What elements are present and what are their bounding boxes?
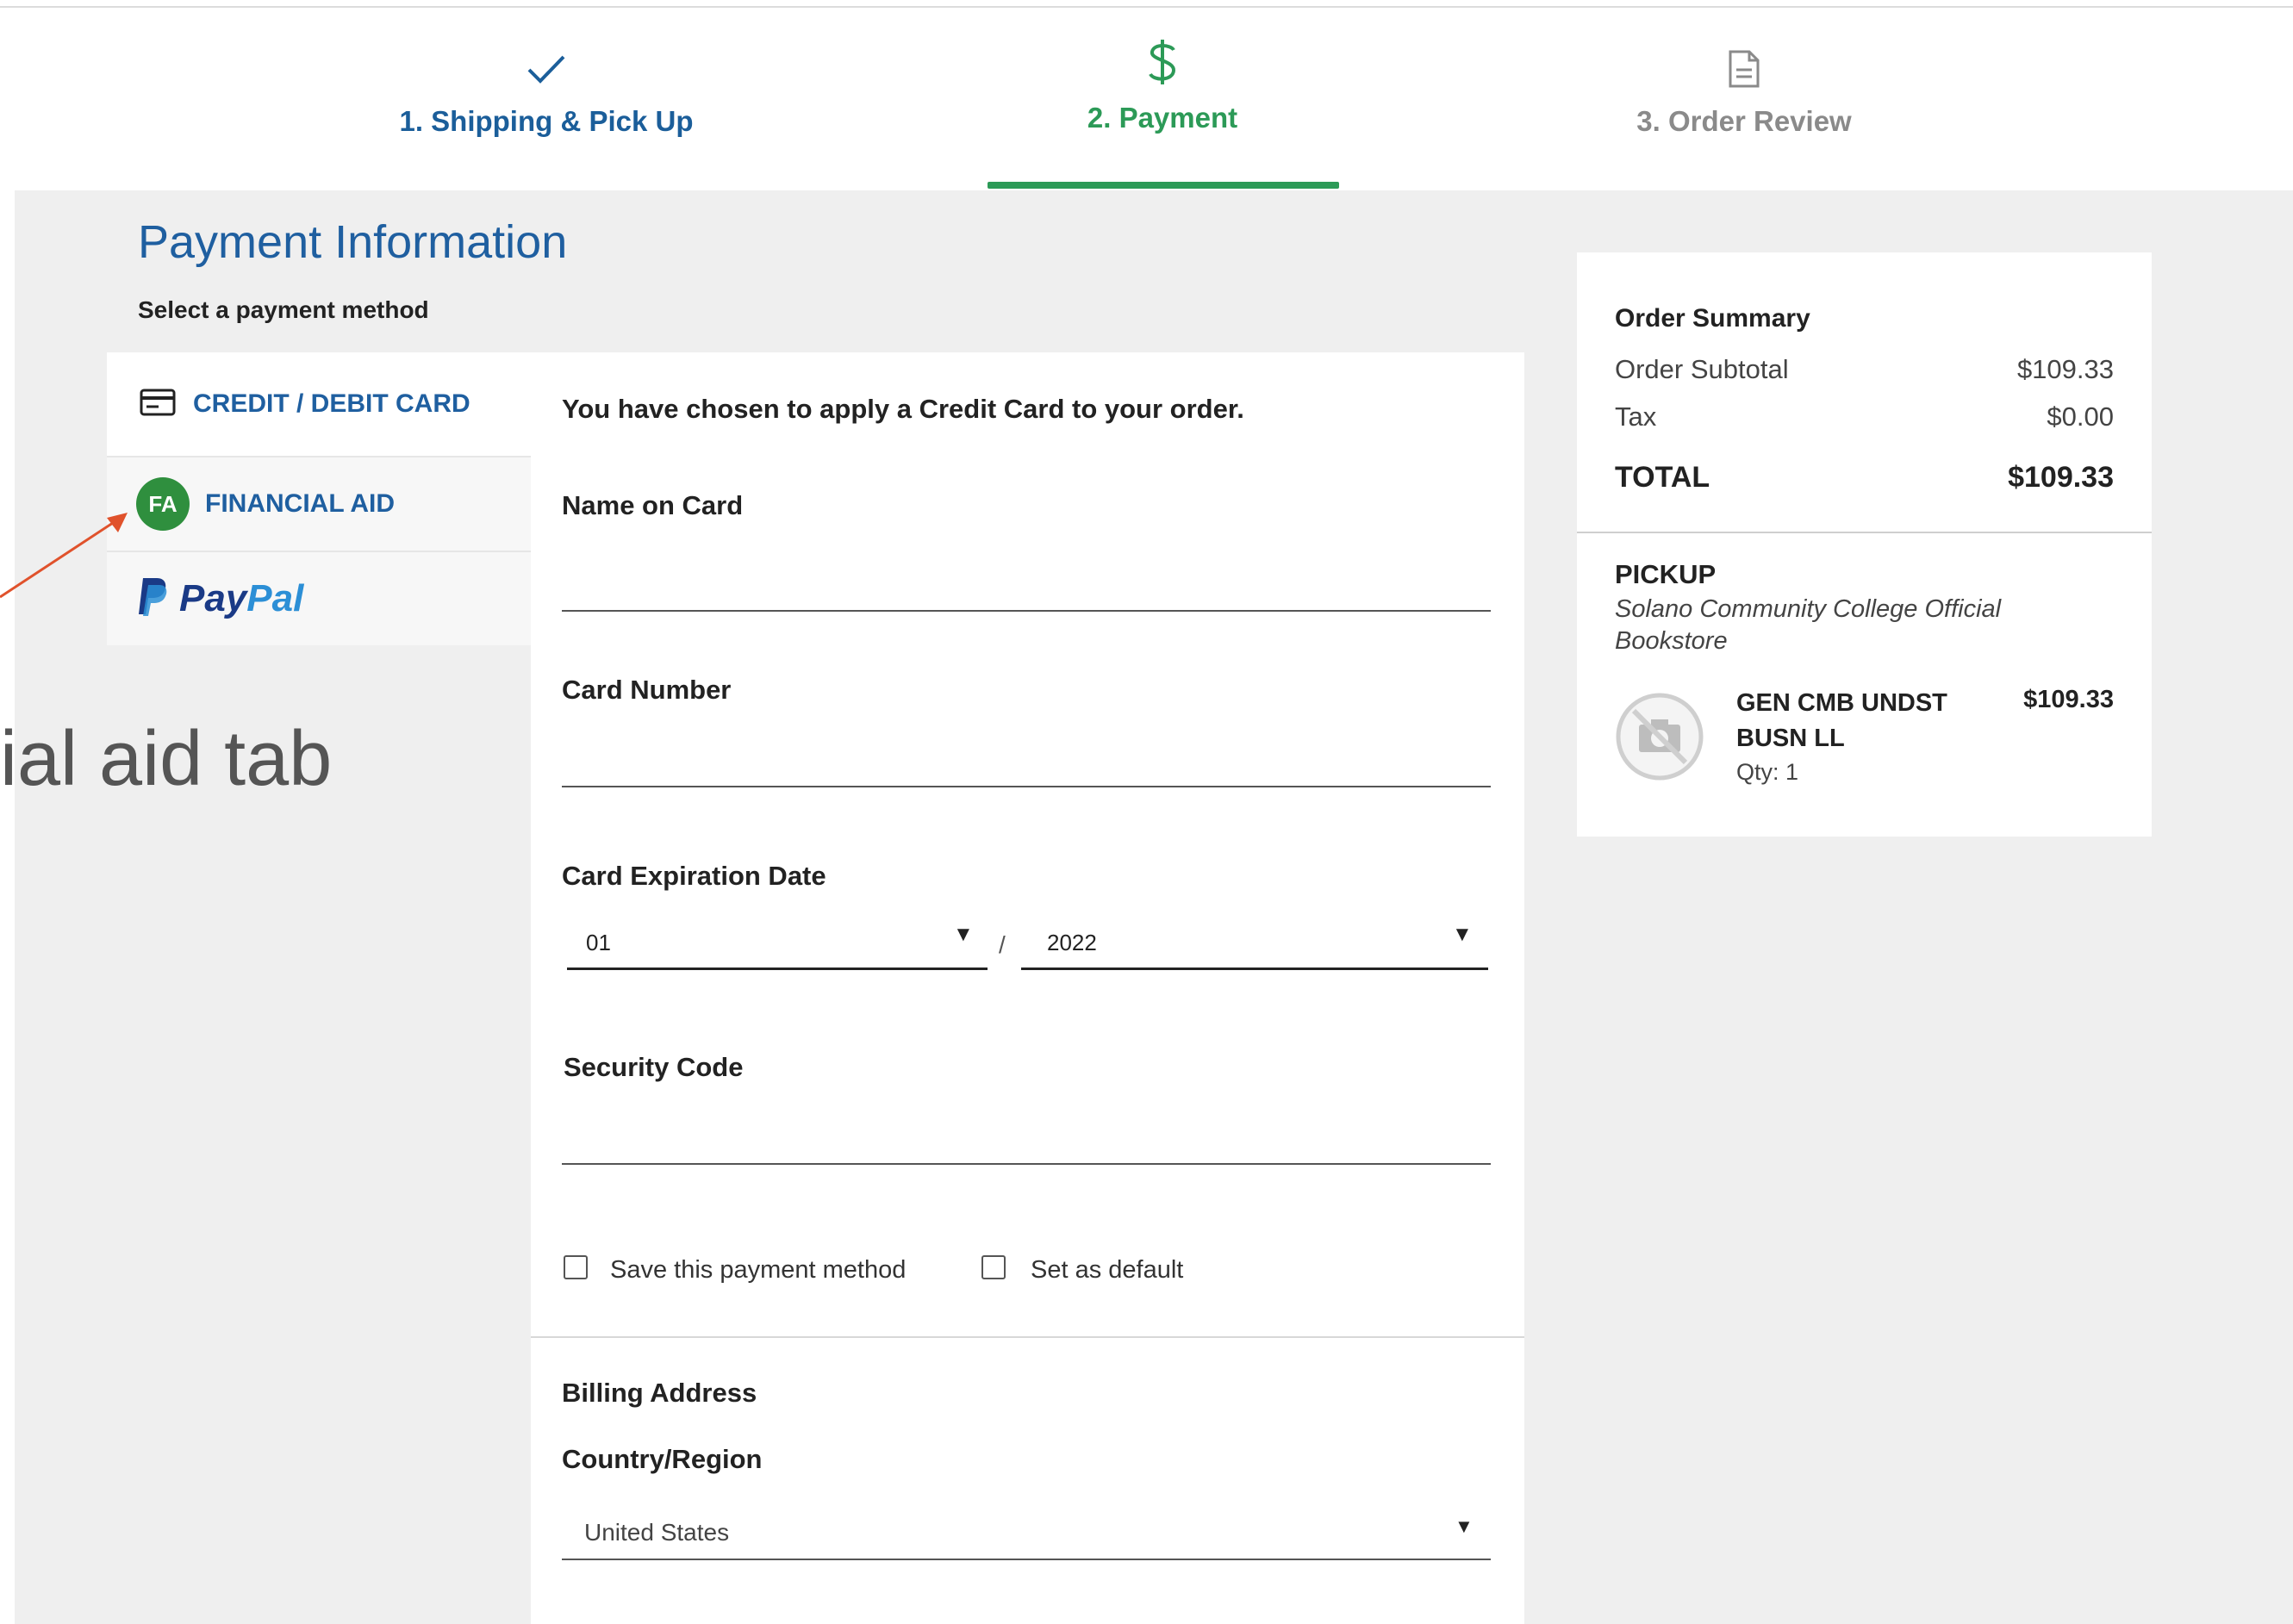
select-method-prompt: Select a payment method	[138, 296, 429, 323]
caret-down-icon: ▼	[1455, 1515, 1474, 1537]
country-region-label: Country/Region	[562, 1444, 763, 1474]
active-step-indicator	[988, 182, 1339, 189]
save-payment-method-checkbox[interactable]	[564, 1255, 588, 1279]
order-summary-card: Order Summary Order Subtotal $109.33 Tax…	[1577, 252, 2152, 837]
tax-label: Tax	[1615, 401, 1657, 432]
expiration-month-underline	[567, 968, 988, 970]
billing-address-heading: Billing Address	[562, 1378, 757, 1408]
save-payment-method-label: Save this payment method	[610, 1256, 907, 1284]
subtotal-value: $109.33	[2016, 354, 2114, 384]
pickup-location: Solano Community College Official Bookst…	[1615, 595, 2002, 655]
set-as-default-checkbox[interactable]	[981, 1255, 1006, 1279]
annotation-caption: ial aid tab	[0, 716, 333, 802]
paypal-wordmark: PayPal	[179, 577, 304, 619]
pickup-heading: PICKUP	[1615, 559, 1717, 589]
payment-intro-text: You have chosen to apply a Credit Card t…	[562, 394, 1244, 424]
total-row: TOTAL $109.33	[1615, 461, 2114, 495]
expiration-year-value: 2022	[1047, 930, 1097, 955]
expiration-year-select[interactable]: 2022 ▼	[1021, 912, 1488, 971]
name-on-card-underline	[562, 610, 1491, 612]
expiration-year-underline	[1021, 968, 1488, 970]
tab-financial-aid-label: FINANCIAL AID	[205, 489, 395, 518]
card-number-input[interactable]	[562, 723, 1491, 766]
annotation-arrow-icon	[0, 504, 138, 603]
total-label: TOTAL	[1615, 461, 1710, 494]
credit-card-form: You have chosen to apply a Credit Card t…	[531, 352, 1524, 1624]
tax-row: Tax $0.00	[1615, 401, 2114, 432]
step-payment[interactable]: 2. Payment	[904, 40, 1421, 134]
dollar-icon	[904, 36, 1421, 88]
credit-card-icon	[140, 389, 176, 420]
card-number-label: Card Number	[562, 675, 732, 705]
expiration-month-value: 01	[586, 930, 611, 955]
name-on-card-input[interactable]	[562, 546, 1491, 589]
item-name: GEN CMB UNDST BUSN LL	[1736, 689, 1947, 752]
payment-method-tabs: CREDIT / DEBIT CARD FA FINANCIAL AID Pay…	[107, 352, 531, 645]
name-on-card-label: Name on Card	[562, 490, 744, 520]
total-value: $109.33	[2008, 461, 2114, 494]
subtotal-row: Order Subtotal $109.33	[1615, 354, 2114, 385]
step-shipping-label: 1. Shipping & Pick Up	[399, 105, 694, 137]
item-price: $109.33	[2023, 686, 2114, 713]
step-order-review[interactable]: 3. Order Review	[1486, 43, 2003, 138]
tax-value: $0.00	[2047, 401, 2114, 432]
tab-financial-aid[interactable]: FA FINANCIAL AID	[107, 456, 531, 551]
security-code-label: Security Code	[564, 1052, 744, 1082]
card-number-underline	[562, 786, 1491, 787]
paypal-icon	[136, 576, 171, 622]
order-summary-title: Order Summary	[1615, 304, 1810, 333]
tab-paypal[interactable]: PayPal	[107, 551, 531, 645]
country-region-value: United States	[584, 1519, 730, 1546]
subtotal-label: Order Subtotal	[1615, 354, 1789, 384]
page-title: Payment Information	[138, 216, 568, 268]
step-order-review-label: 3. Order Review	[1636, 105, 1852, 137]
top-divider	[0, 6, 2293, 8]
set-as-default-label: Set as default	[1031, 1256, 1184, 1284]
expiration-month-select[interactable]: 01 ▼	[567, 912, 988, 971]
step-payment-label: 2. Payment	[1087, 102, 1238, 134]
step-shipping[interactable]: 1. Shipping & Pick Up	[288, 43, 805, 138]
tab-credit-debit-card-label: CREDIT / DEBIT CARD	[193, 389, 470, 418]
item-quantity: Qty: 1	[1736, 759, 1799, 785]
country-region-underline	[562, 1559, 1491, 1560]
card-expiration-label: Card Expiration Date	[562, 861, 826, 891]
tab-credit-debit-card[interactable]: CREDIT / DEBIT CARD	[107, 352, 531, 456]
document-icon	[1486, 43, 2003, 95]
summary-divider	[1577, 532, 2152, 533]
security-code-input[interactable]	[562, 1100, 1491, 1143]
expiration-separator: /	[999, 931, 1006, 958]
country-region-select[interactable]: United States ▼	[562, 1498, 1491, 1564]
billing-section-divider	[531, 1336, 1524, 1338]
security-code-underline	[562, 1163, 1491, 1165]
check-icon	[288, 43, 805, 95]
financial-aid-badge-icon: FA	[136, 477, 190, 531]
chevron-down-icon: ▼	[1452, 923, 1473, 946]
no-image-icon	[1615, 692, 1704, 781]
chevron-down-icon: ▼	[953, 923, 974, 946]
